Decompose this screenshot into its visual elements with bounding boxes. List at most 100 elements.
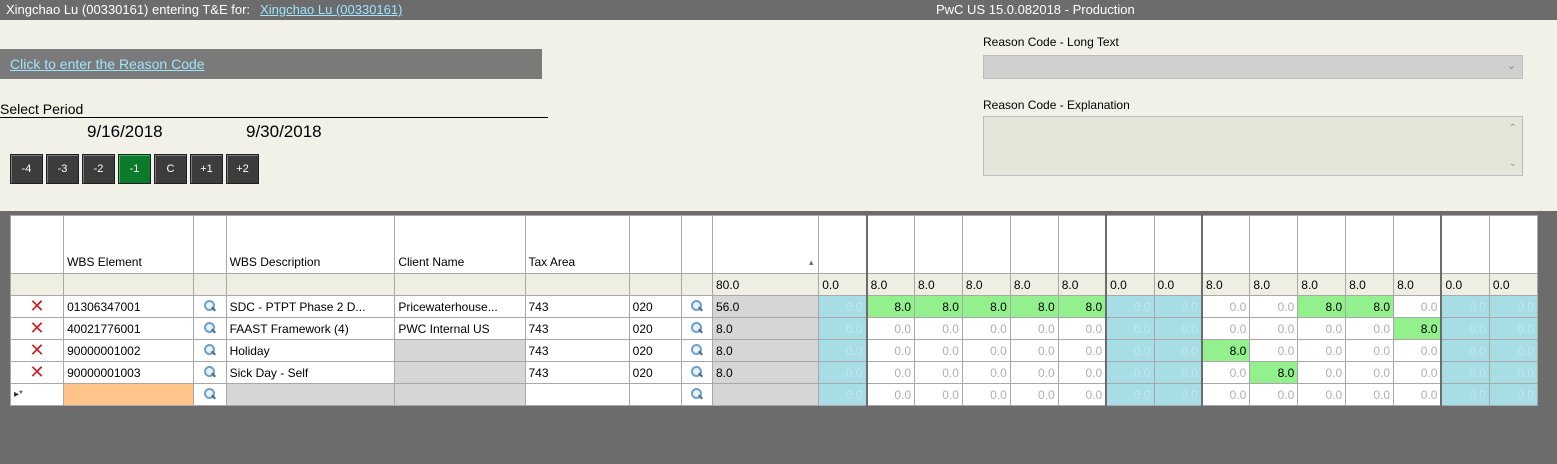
hours-cell[interactable]: 0.0	[1105, 339, 1155, 362]
header-day[interactable]	[914, 215, 963, 274]
search-icon[interactable]	[203, 343, 216, 356]
hours-cell[interactable]: 0.0	[1440, 361, 1490, 384]
hours-cell[interactable]: 0.0	[818, 317, 868, 340]
search-lookup-cell[interactable]	[193, 383, 227, 406]
hours-cell[interactable]: 0.0	[1440, 317, 1490, 340]
header-day[interactable]	[865, 215, 916, 274]
header-day[interactable]	[1440, 215, 1490, 274]
search-icon[interactable]	[690, 299, 703, 312]
hours-cell[interactable]: 0.0	[1249, 383, 1299, 406]
hours-cell[interactable]: 0.0	[1488, 383, 1539, 406]
user-link[interactable]: Xingchao Lu (00330161)	[260, 2, 402, 17]
tax-area-cell[interactable]: 743	[524, 339, 630, 362]
header-client-name[interactable]: Client Name	[394, 215, 526, 274]
hours-cell[interactable]: 0.0	[914, 361, 963, 384]
hours-cell[interactable]: 0.0	[961, 383, 1011, 406]
hours-cell[interactable]: 0.0	[1249, 317, 1299, 340]
delete-x-icon[interactable]: ✕	[30, 297, 45, 317]
hours-cell[interactable]: 0.0	[1345, 339, 1395, 362]
hours-cell[interactable]: 0.0	[1249, 339, 1299, 362]
hours-cell[interactable]: 8.0	[961, 295, 1011, 318]
code-cell[interactable]: 020	[628, 339, 682, 362]
new-code-cell[interactable]	[628, 383, 682, 406]
hours-cell[interactable]: 8.0	[1297, 295, 1347, 318]
period-button[interactable]: +1	[190, 154, 223, 184]
tax-area-cell[interactable]: 743	[524, 361, 630, 384]
hours-cell[interactable]: 0.0	[865, 361, 916, 384]
hours-cell[interactable]: 8.0	[1393, 317, 1442, 340]
period-button[interactable]: -3	[46, 154, 79, 184]
search-lookup-cell[interactable]	[680, 295, 713, 318]
hours-cell[interactable]: 0.0	[1057, 361, 1107, 384]
search-icon[interactable]	[203, 299, 216, 312]
tax-area-cell[interactable]: 743	[524, 295, 630, 318]
hours-cell[interactable]: 8.0	[1345, 295, 1395, 318]
hours-cell[interactable]: 0.0	[818, 339, 868, 362]
scroll-down-icon[interactable]: ⌄	[1509, 158, 1517, 169]
search-lookup-cell[interactable]	[193, 339, 227, 362]
hours-cell[interactable]: 0.0	[1057, 383, 1107, 406]
wbs-element-cell[interactable]: 40021776001	[63, 317, 195, 340]
header-day[interactable]	[1153, 215, 1203, 274]
hours-cell[interactable]: 0.0	[1200, 317, 1251, 340]
search-icon[interactable]	[690, 387, 703, 400]
hours-cell[interactable]: 0.0	[1105, 295, 1155, 318]
delete-x-icon[interactable]: ✕	[30, 319, 45, 339]
hours-cell[interactable]: 0.0	[1153, 339, 1203, 362]
search-lookup-cell[interactable]	[680, 317, 713, 340]
hours-cell[interactable]: 0.0	[1297, 317, 1347, 340]
hours-cell[interactable]: 0.0	[818, 295, 868, 318]
hours-cell[interactable]: 0.0	[961, 317, 1011, 340]
search-icon[interactable]	[203, 321, 216, 334]
header-day[interactable]	[961, 215, 1011, 274]
hours-cell[interactable]: 8.0	[914, 295, 963, 318]
wbs-element-cell[interactable]: 01306347001	[63, 295, 195, 318]
hours-cell[interactable]: 0.0	[961, 361, 1011, 384]
search-lookup-cell[interactable]	[680, 339, 713, 362]
header-tax-area[interactable]: Tax Area	[524, 215, 630, 274]
header-day[interactable]	[1200, 215, 1251, 274]
hours-cell[interactable]: 0.0	[1393, 383, 1442, 406]
period-button[interactable]: -4	[10, 154, 43, 184]
header-day[interactable]	[1249, 215, 1299, 274]
hours-cell[interactable]: 0.0	[1440, 295, 1490, 318]
hours-cell[interactable]: 0.0	[961, 339, 1011, 362]
header-day[interactable]	[818, 215, 868, 274]
hours-cell[interactable]: 0.0	[1297, 361, 1347, 384]
new-tax-area-cell[interactable]	[524, 383, 630, 406]
sort-arrow-icon[interactable]: ▲	[807, 256, 815, 269]
hours-cell[interactable]: 0.0	[1297, 383, 1347, 406]
search-lookup-cell[interactable]	[193, 317, 227, 340]
hours-cell[interactable]: 0.0	[914, 383, 963, 406]
header-day[interactable]	[1393, 215, 1442, 274]
period-button[interactable]: -2	[82, 154, 115, 184]
hours-cell[interactable]: 0.0	[1009, 383, 1059, 406]
search-icon[interactable]	[690, 365, 703, 378]
header-day[interactable]	[1105, 215, 1155, 274]
period-button[interactable]: -1	[118, 154, 151, 184]
hours-cell[interactable]: 0.0	[1345, 317, 1395, 340]
code-cell[interactable]: 020	[628, 295, 682, 318]
header-total[interactable]: ▲	[711, 215, 820, 274]
search-icon[interactable]	[203, 387, 216, 400]
header-wbs-element[interactable]: WBS Element	[63, 215, 195, 274]
delete-row-cell[interactable]: ✕	[9, 361, 65, 384]
search-lookup-cell[interactable]	[193, 361, 227, 384]
hours-cell[interactable]: 0.0	[865, 339, 916, 362]
delete-row-cell[interactable]: ✕	[9, 295, 65, 318]
delete-row-cell[interactable]: ✕	[9, 317, 65, 340]
search-icon[interactable]	[690, 343, 703, 356]
header-wbs-description[interactable]: WBS Description	[225, 215, 396, 274]
hours-cell[interactable]: 0.0	[1393, 361, 1442, 384]
reason-explanation-textarea[interactable]: ⌃ ⌄	[983, 116, 1523, 176]
wbs-element-cell[interactable]: 90000001002	[63, 339, 195, 362]
period-button[interactable]: +2	[226, 154, 259, 184]
header-day[interactable]	[1488, 215, 1539, 274]
code-cell[interactable]: 020	[628, 361, 682, 384]
header-day[interactable]	[1009, 215, 1059, 274]
hours-cell[interactable]: 0.0	[1009, 339, 1059, 362]
reason-long-text-select[interactable]: ⌄	[983, 55, 1523, 79]
delete-row-cell[interactable]: ✕	[9, 339, 65, 362]
hours-cell[interactable]: 0.0	[1345, 361, 1395, 384]
search-icon[interactable]	[690, 321, 703, 334]
